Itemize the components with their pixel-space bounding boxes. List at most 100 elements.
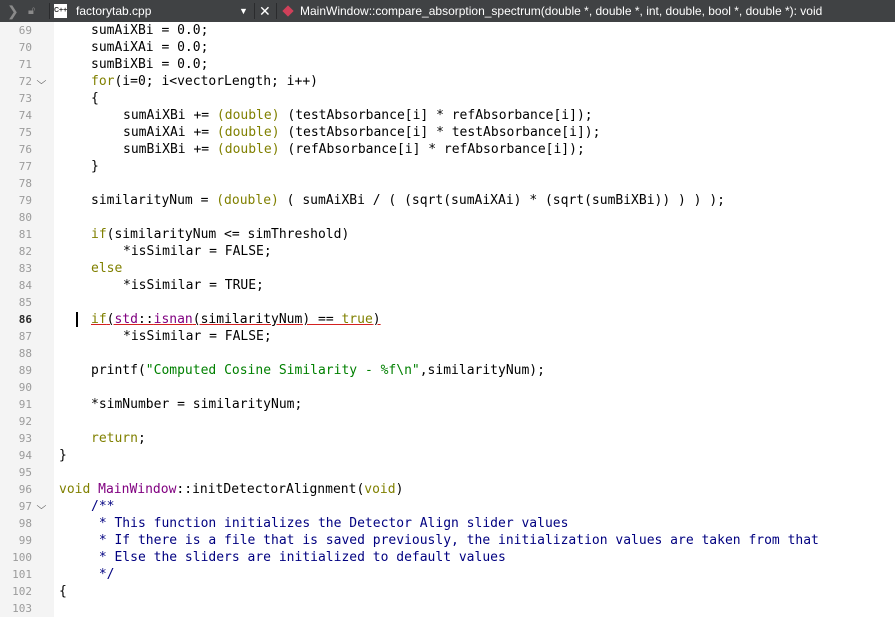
code-line[interactable]: 80	[0, 209, 895, 226]
code-line[interactable]: 83 else	[0, 260, 895, 277]
code-token: (double)	[216, 142, 280, 157]
code-token: true	[341, 312, 373, 327]
lock-toggle[interactable]: 🔓︎	[28, 0, 35, 22]
code-token: (double)	[216, 125, 280, 140]
code-token: )	[372, 312, 381, 327]
code-line[interactable]: 77}	[0, 158, 895, 175]
code-text: */	[91, 566, 115, 583]
code-token: {	[91, 91, 99, 106]
code-text: printf("Computed Cosine Similarity - %f\…	[91, 362, 545, 379]
code-line[interactable]: 76 sumBiXBi += (double) (refAbsorbance[i]…	[0, 141, 895, 158]
code-line[interactable]: 92	[0, 413, 895, 430]
code-token: printf(	[91, 363, 146, 378]
navigate-forward-button[interactable]: ❯	[7, 0, 19, 22]
code-token: (similarityNum <= simThreshold)	[106, 227, 350, 242]
line-number: 84	[18, 279, 32, 292]
line-number: 79	[18, 194, 32, 207]
code-token: * Else the sliders are initialized to de…	[91, 550, 506, 565]
code-line[interactable]: 95	[0, 464, 895, 481]
code-token: (similarityNum) ==	[192, 312, 342, 327]
line-number: 88	[18, 347, 32, 360]
code-line[interactable]: 71 sumBiXBi = 0.0;	[0, 56, 895, 73]
code-line[interactable]: 75 sumAiXAi += (double) (testAbsorbance[i…	[0, 124, 895, 141]
code-token: void	[364, 482, 396, 497]
code-line[interactable]: 102 {	[0, 583, 895, 600]
code-token: ::	[176, 482, 193, 497]
code-text: *isSimilar = FALSE;	[123, 328, 272, 345]
code-token: sumAiXBi +=	[123, 108, 217, 123]
line-number: 78	[18, 177, 32, 190]
code-line[interactable]: 84 *isSimilar = TRUE;	[0, 277, 895, 294]
code-line[interactable]: 98 * This function initializes the Detec…	[0, 515, 895, 532]
close-file-button[interactable]: ✕	[259, 0, 271, 22]
code-line[interactable]: 87 *isSimilar = FALSE;	[0, 328, 895, 345]
code-token: sumBiXBi = 0.0;	[91, 57, 209, 72]
code-text: sumBiXBi = 0.0;	[91, 56, 208, 73]
fold-chevron-icon[interactable]: ⌵	[37, 73, 50, 90]
code-line[interactable]: 69 sumAiXBi = 0.0;	[0, 22, 895, 39]
code-token: )	[395, 482, 404, 497]
code-line[interactable]: 72 ⌵ for(i=0; i<vectorLength; i++)	[0, 73, 895, 90]
code-line[interactable]: 97 ⌵ /**	[0, 498, 895, 515]
code-text: if(std::isnan(similarityNum) == true)	[91, 311, 381, 328]
code-token: similarityNum =	[91, 193, 217, 208]
code-line[interactable]: 90	[0, 379, 895, 396]
code-text: else	[91, 260, 122, 277]
dropdown-arrow-icon: ▼	[239, 6, 248, 16]
code-line[interactable]: 99 * If there is a file that is saved pr…	[0, 532, 895, 549]
code-line[interactable]: 103	[0, 600, 895, 617]
code-line[interactable]: 89 printf("Computed Cosine Similarity - %…	[0, 362, 895, 379]
code-token: /**	[91, 499, 115, 514]
line-number: 98	[18, 517, 32, 530]
code-line[interactable]: 74 sumAiXBi += (double) (testAbsorbance[i…	[0, 107, 895, 124]
line-number: 95	[18, 466, 32, 479]
code-line[interactable]: 81 if(similarityNum <= simThreshold)	[0, 226, 895, 243]
code-editor[interactable]: 69 sumAiXBi = 0.0; 70 sumAiXAi = 0.0; 71 sumB…	[0, 22, 895, 617]
line-number: 69	[18, 24, 32, 37]
line-number: 80	[18, 211, 32, 224]
text-cursor	[76, 312, 78, 327]
line-number: 77	[18, 160, 32, 173]
line-number: 71	[18, 58, 32, 71]
code-line[interactable]: 73 {	[0, 90, 895, 107]
code-line[interactable]: 70 sumAiXAi = 0.0;	[0, 39, 895, 56]
code-line[interactable]: 94}	[0, 447, 895, 464]
line-number: 72	[18, 75, 32, 88]
line-number: 102	[12, 585, 32, 598]
line-number: 99	[18, 534, 32, 547]
code-token: (testAbsorbance[i] * testAbsorbance[i]);	[279, 125, 601, 140]
code-token: sumAiXBi = 0.0;	[91, 23, 209, 38]
code-token: if	[91, 227, 107, 242]
line-number: 83	[18, 262, 32, 275]
code-text: /**	[91, 498, 114, 515]
code-token: *isSimilar = FALSE;	[123, 244, 272, 259]
line-number: 85	[18, 296, 32, 309]
code-line[interactable]: 78	[0, 175, 895, 192]
method-icon	[282, 5, 294, 17]
file-tab[interactable]: C++ factorytab.cpp	[54, 0, 151, 22]
code-line[interactable]: 91 *simNumber = similarityNum;	[0, 396, 895, 413]
code-token: ( sumAiXBi / ( (sqrt(sumAiXAi) * (sqrt(s…	[278, 193, 725, 208]
code-token: ,similarityNum);	[419, 363, 545, 378]
code-line[interactable]: 93 return;	[0, 430, 895, 447]
line-number: 97	[18, 500, 32, 513]
code-line[interactable]: 88	[0, 345, 895, 362]
line-number: 89	[18, 364, 32, 377]
code-text: *isSimilar = FALSE;	[123, 243, 272, 260]
code-line[interactable]: 100 * Else the sliders are initialized t…	[0, 549, 895, 566]
code-text: *isSimilar = TRUE;	[123, 277, 264, 294]
symbol-selector[interactable]: MainWindow::compare_absorption_spectrum(…	[282, 0, 822, 22]
code-token: *simNumber = similarityNum;	[91, 397, 303, 412]
code-token: (i=0; i<vectorLength; i++)	[114, 74, 318, 89]
chevron-right-icon: ❯	[7, 2, 19, 19]
fold-chevron-icon[interactable]: ⌵	[37, 498, 50, 515]
code-line[interactable]: 85	[0, 294, 895, 311]
code-line[interactable]: 86 if(std::isnan(similarityNum) == true)	[0, 311, 895, 328]
code-line[interactable]: 101 */	[0, 566, 895, 583]
code-token: (double)	[216, 193, 279, 208]
code-line[interactable]: 82 *isSimilar = FALSE;	[0, 243, 895, 260]
code-token: }	[59, 448, 67, 463]
code-line[interactable]: 96 void MainWindow::initDetectorAlignment…	[0, 481, 895, 498]
file-dropdown-button[interactable]: ▼	[239, 0, 248, 22]
code-line[interactable]: 79 similarityNum = (double) ( sumAiXBi / …	[0, 192, 895, 209]
